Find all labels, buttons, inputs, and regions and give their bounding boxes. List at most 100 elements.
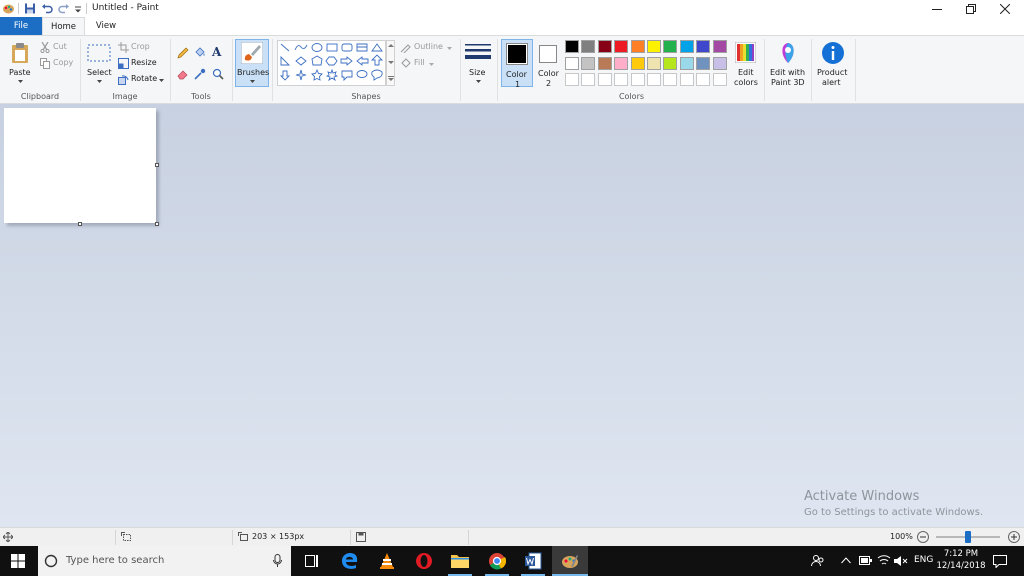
taskbar-file-explorer[interactable] [442,546,478,576]
redo-icon[interactable] [58,2,70,15]
resize-handle-bottom[interactable] [78,222,82,226]
shapes-scrollbar[interactable] [386,40,395,86]
clock[interactable]: 7:12 PM 12/14/2018 [935,548,987,574]
palette-color-swatch[interactable] [581,40,596,53]
edit-colors-button[interactable]: Edit colors [731,39,761,87]
crop-button[interactable]: Crop [117,41,157,55]
text-tool-icon[interactable]: A [212,45,221,59]
paint-app-icon [562,555,578,568]
volume-muted-icon[interactable] [894,555,908,567]
tab-view[interactable]: View [86,17,126,35]
undo-icon[interactable] [41,2,53,15]
product-alert-button[interactable]: Product alert [814,39,852,89]
task-view-button[interactable] [294,546,330,576]
status-divider [115,530,116,545]
edit-with-paint3d-button[interactable]: Edit with Paint 3D [767,39,809,89]
size-button[interactable]: Size [462,39,494,87]
zoom-slider-thumb[interactable] [965,531,971,543]
fill-dropdown[interactable]: Fill [400,57,440,71]
color1-button[interactable]: Color 1 [501,39,533,89]
paint-app-icon[interactable] [2,2,15,15]
save-icon[interactable] [24,2,36,15]
palette-color-swatch[interactable] [565,40,579,53]
taskbar-opera[interactable] [406,546,442,576]
close-button[interactable] [988,0,1022,17]
shapes-gallery[interactable] [277,40,386,86]
custom-color-slot[interactable] [696,73,711,86]
zoom-in-button[interactable] [1008,531,1020,543]
palette-color-swatch[interactable] [679,40,694,53]
magnifier-icon[interactable] [212,68,224,80]
product-alert-label-line2: alert [822,78,841,87]
pencil-icon[interactable] [177,47,189,59]
battery-icon[interactable] [859,556,872,565]
palette-color-swatch[interactable] [712,56,727,70]
taskbar-chrome[interactable] [479,546,515,576]
wifi-icon[interactable] [877,554,891,566]
palette-color-swatch[interactable] [565,56,579,70]
palette-color-swatch[interactable] [614,40,629,53]
minimize-button[interactable] [920,0,954,17]
people-icon[interactable] [811,554,825,568]
language-indicator[interactable]: ENG [914,555,933,565]
resize-button[interactable]: Resize [117,57,161,71]
paint3d-label-line2: Paint 3D [771,78,805,87]
outline-dropdown[interactable]: Outline [400,41,456,55]
file-size-icon [356,532,366,542]
taskbar-word[interactable] [515,546,551,576]
palette-color-swatch[interactable] [597,56,612,70]
size-label: Size [469,68,486,77]
start-button[interactable] [0,546,36,576]
zoom-out-button[interactable] [917,531,929,543]
palette-color-swatch[interactable] [696,56,711,70]
custom-color-slot[interactable] [614,73,629,86]
notification-icon[interactable] [993,555,1007,568]
taskbar-edge[interactable] [332,546,368,576]
taskbar-vlc[interactable] [369,546,405,576]
zoom-slider-track[interactable] [936,531,1000,543]
resize-handle-corner[interactable] [155,222,159,226]
custom-color-slot[interactable] [712,73,727,86]
drawing-canvas[interactable] [4,108,156,223]
group-divider [855,39,856,101]
palette-color-swatch[interactable] [663,40,678,53]
custom-color-slot[interactable] [597,73,612,86]
color1-swatch [508,45,526,63]
palette-color-swatch[interactable] [663,56,678,70]
tab-home[interactable]: Home [42,17,85,36]
chrome-icon [489,553,506,570]
taskbar-paint-active[interactable] [552,546,588,576]
copy-button[interactable]: Copy [38,57,76,71]
restore-button[interactable] [954,0,988,17]
palette-color-swatch[interactable] [597,40,612,53]
eraser-icon[interactable] [177,68,189,80]
palette-color-swatch[interactable] [581,56,596,70]
select-button[interactable]: Select [84,39,114,87]
palette-color-swatch[interactable] [647,40,661,53]
rotate-button[interactable]: Rotate [117,73,167,87]
palette-color-swatch[interactable] [696,40,711,53]
custom-color-slot[interactable] [679,73,694,86]
palette-color-swatch[interactable] [630,56,645,70]
paste-button[interactable]: Paste [5,39,35,87]
palette-color-swatch[interactable] [679,56,694,70]
custom-color-slot[interactable] [647,73,661,86]
color2-button[interactable]: Color 2 [534,39,564,88]
cut-button[interactable]: Cut [38,41,74,55]
custom-color-slot[interactable] [581,73,596,86]
custom-color-slot[interactable] [663,73,678,86]
customize-toolbar-icon[interactable] [74,2,82,15]
resize-handle-right[interactable] [155,163,159,167]
palette-color-swatch[interactable] [712,40,727,53]
fill-bucket-icon[interactable] [194,47,206,59]
palette-color-swatch[interactable] [647,56,661,70]
chevron-up-icon[interactable] [841,557,851,564]
custom-color-slot[interactable] [565,73,579,86]
color-picker-icon[interactable] [194,68,206,80]
custom-color-slot[interactable] [630,73,645,86]
tab-file[interactable]: File [0,17,42,35]
brushes-button[interactable]: Brushes [235,39,269,87]
palette-color-swatch[interactable] [614,56,629,70]
taskbar-search-box[interactable]: Type here to search [38,546,291,576]
palette-color-swatch[interactable] [630,40,645,53]
